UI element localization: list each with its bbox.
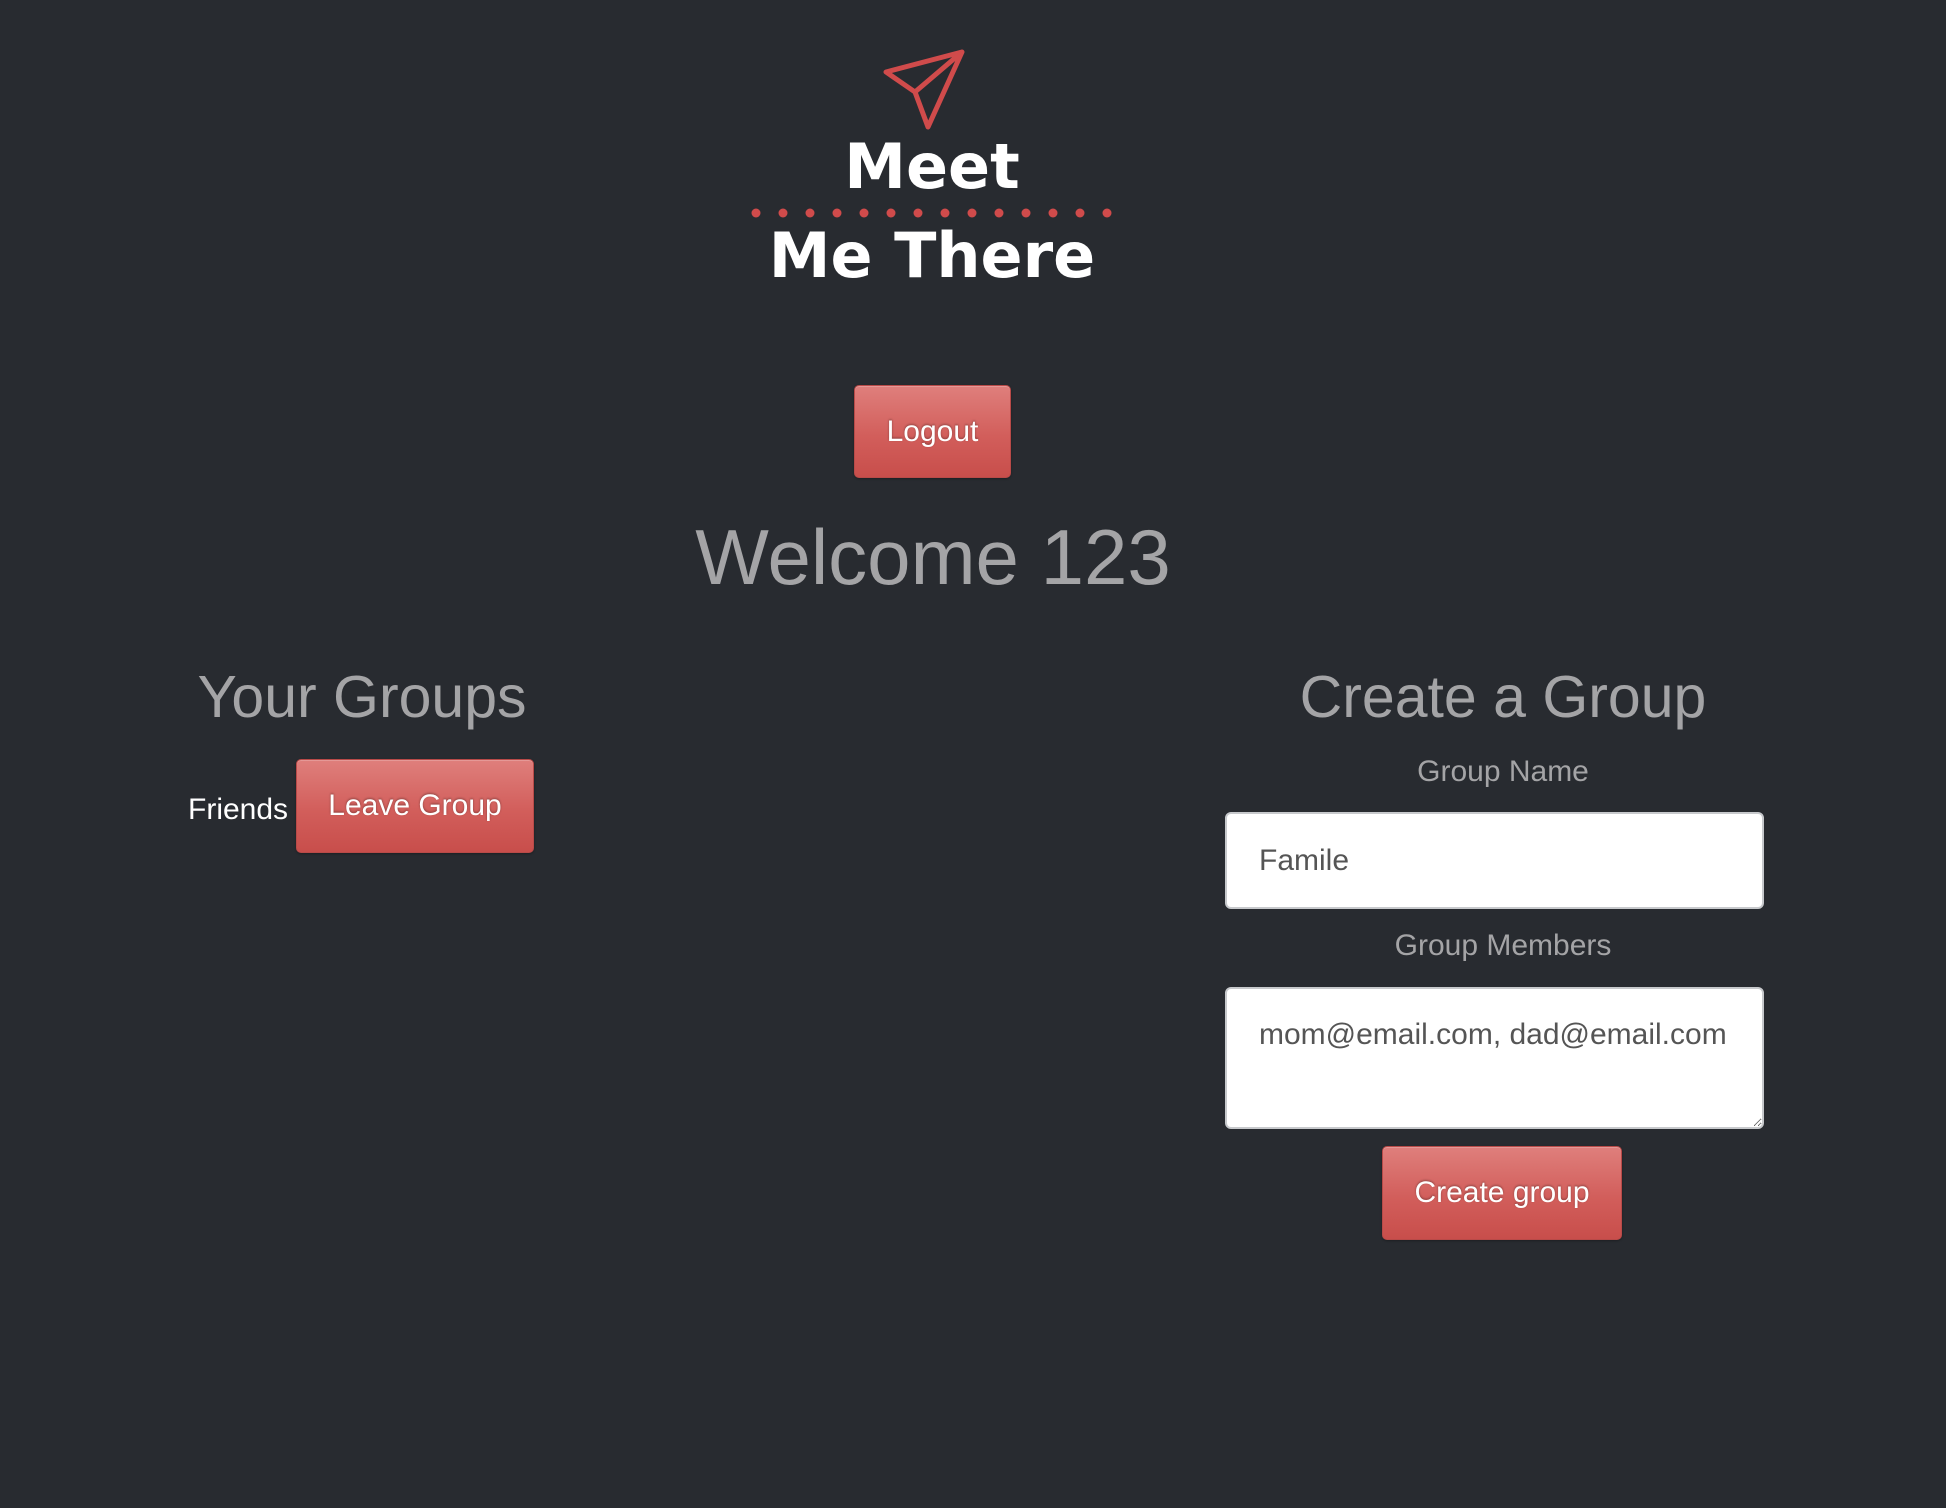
app-logo: Meet Me There xyxy=(740,45,1124,303)
logo-line-meet: Meet xyxy=(844,130,1019,203)
leave-group-button[interactable]: Leave Group xyxy=(296,759,534,853)
welcome-heading: Welcome 123 xyxy=(695,513,1171,601)
create-group-heading: Create a Group xyxy=(1299,664,1707,730)
group-name: Friends xyxy=(188,793,289,826)
paper-plane-icon xyxy=(883,49,965,130)
create-group-button[interactable]: Create group xyxy=(1382,1146,1622,1240)
group-name-label: Group Name xyxy=(1417,755,1589,788)
logo-dotted-divider xyxy=(751,208,1112,218)
logo-line-me-there: Me There xyxy=(769,219,1095,292)
group-members-textarea[interactable]: mom@email.com, dad@email.com xyxy=(1225,987,1764,1129)
logout-button[interactable]: Logout xyxy=(854,385,1011,478)
your-groups-heading: Your Groups xyxy=(197,664,527,730)
group-members-label: Group Members xyxy=(1394,929,1612,962)
group-name-input[interactable] xyxy=(1225,812,1764,909)
